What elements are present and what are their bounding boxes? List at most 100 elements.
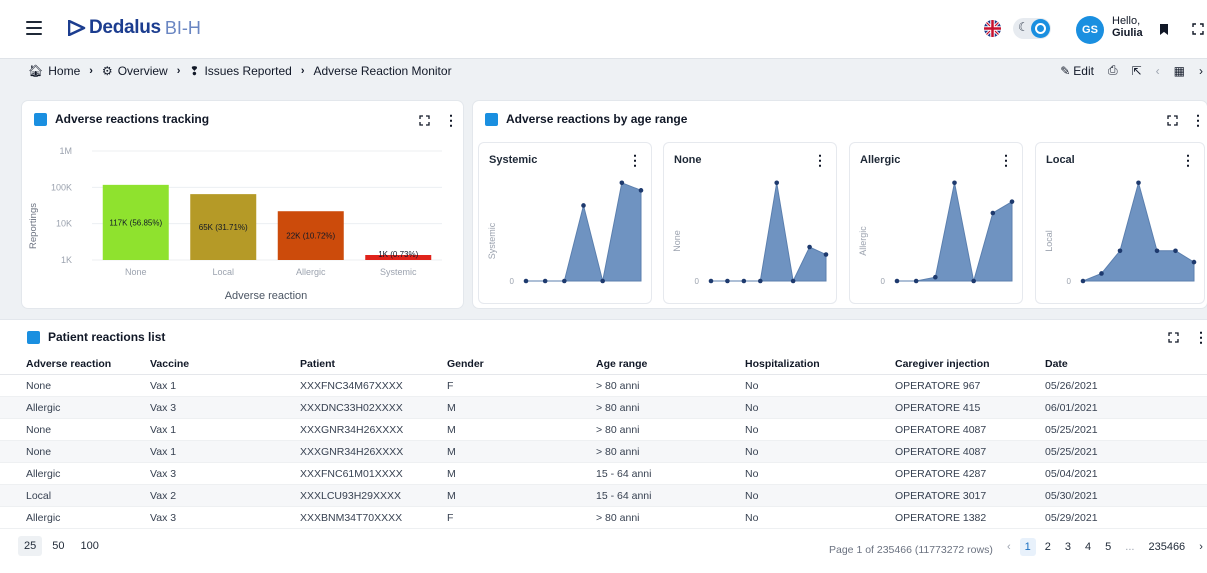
column-header-vaccine[interactable]: Vaccine xyxy=(150,353,300,375)
more-options-icon[interactable]: ⋮ xyxy=(813,153,827,167)
chevron-right-icon[interactable]: › xyxy=(1199,64,1203,78)
edit-button[interactable]: ✎ Edit xyxy=(1060,64,1094,78)
theme-toggle[interactable]: ☾ xyxy=(1013,18,1051,39)
table-cell: 05/26/2021 xyxy=(1045,374,1207,397)
logo: Dedalus BI-H xyxy=(68,17,201,39)
expand-icon[interactable] xyxy=(1168,332,1179,343)
fullscreen-icon[interactable] xyxy=(1192,23,1204,35)
page-size-option[interactable]: 50 xyxy=(46,536,70,556)
more-options-icon[interactable]: ⋮ xyxy=(628,153,642,167)
page-button[interactable]: 2 xyxy=(1040,538,1056,556)
table-row[interactable]: Allergic Vax 3 XXXBNM34T70XXXX F > 80 anni No… xyxy=(0,506,1207,529)
expand-icon[interactable] xyxy=(1167,115,1178,126)
logo-arrow-icon xyxy=(68,20,86,36)
data-point[interactable] xyxy=(523,278,529,284)
data-point[interactable] xyxy=(725,278,730,284)
column-header-caregiver[interactable]: Caregiver injection xyxy=(895,353,1045,375)
data-point[interactable] xyxy=(894,278,900,284)
data-point[interactable] xyxy=(638,188,644,193)
page-button[interactable]: 4 xyxy=(1080,538,1096,556)
page-button[interactable]: 235466 xyxy=(1143,538,1190,556)
column-header-patient[interactable]: Patient xyxy=(300,353,447,375)
data-point[interactable] xyxy=(933,274,938,280)
table-row[interactable]: Local Vax 2 XXXLCU93H29XXXX M 15 - 64 anni No… xyxy=(0,484,1207,507)
share-icon[interactable]: ⇱ xyxy=(1132,64,1142,78)
table-row[interactable]: None Vax 1 XXXGNR34H26XXXX M > 80 anni No OPER… xyxy=(0,418,1207,441)
data-point[interactable] xyxy=(1117,248,1123,254)
y-tick-label: 1K xyxy=(61,255,72,265)
page-size-option[interactable]: 25 xyxy=(18,536,43,556)
user-greeting: Hello, Giulia xyxy=(1112,15,1143,39)
y-axis-label: Reportings xyxy=(28,203,39,249)
table-row[interactable]: Allergic Vax 3 XXXFNC61M01XXXX M 15 - 64 ann… xyxy=(0,462,1207,485)
table-cell: > 80 anni xyxy=(596,374,745,397)
more-options-icon[interactable]: ⋮ xyxy=(1191,113,1205,127)
contact-icon xyxy=(27,330,40,344)
language-flag-icon[interactable] xyxy=(984,20,1001,37)
data-point[interactable] xyxy=(581,203,586,208)
page-size-option[interactable]: 100 xyxy=(75,536,105,556)
breadcrumb-issues[interactable]: Issues Reported xyxy=(204,64,291,78)
more-options-icon[interactable]: ⋮ xyxy=(1194,330,1207,344)
data-point[interactable] xyxy=(619,180,625,186)
x-tick-label: Local xyxy=(212,267,234,277)
grid-icon[interactable]: ▦ xyxy=(1174,64,1185,78)
expand-icon[interactable] xyxy=(419,115,430,126)
column-header-reaction[interactable]: Adverse reaction xyxy=(0,353,150,375)
column-header-hospitalization[interactable]: Hospitalization xyxy=(745,353,895,375)
table-row[interactable]: None Vax 1 XXXGNR34H26XXXX M > 80 anni No OPER… xyxy=(0,440,1207,463)
logo-suffix: BI-H xyxy=(164,17,201,38)
data-point[interactable] xyxy=(823,252,829,257)
chevron-left-icon[interactable]: ‹ xyxy=(1156,64,1160,78)
bar-value-label: 117K (56.85%) xyxy=(109,218,162,227)
table-cell: 05/04/2021 xyxy=(1045,462,1207,485)
page-button[interactable]: 1 xyxy=(1019,538,1036,556)
data-point[interactable] xyxy=(562,278,567,284)
chevron-left-icon[interactable]: ‹ xyxy=(1002,538,1016,556)
menu-icon[interactable] xyxy=(26,21,42,35)
data-point[interactable] xyxy=(1099,271,1104,276)
bookmark-icon[interactable] xyxy=(1160,24,1168,35)
table-cell: F xyxy=(447,506,596,529)
page-button[interactable]: 5 xyxy=(1100,538,1116,556)
data-point[interactable] xyxy=(807,244,812,250)
data-point[interactable] xyxy=(1191,259,1197,265)
data-point[interactable] xyxy=(971,278,976,284)
column-header-age[interactable]: Age range xyxy=(596,353,745,375)
data-point[interactable] xyxy=(1136,180,1141,186)
age-range-card: Adverse reactions by age range ⋮ Systemi… xyxy=(473,101,1207,308)
data-point[interactable] xyxy=(741,278,747,284)
data-point[interactable] xyxy=(542,278,548,284)
breadcrumb-overview[interactable]: Overview xyxy=(118,64,168,78)
data-point[interactable] xyxy=(952,180,957,186)
print-icon[interactable]: ⎙ xyxy=(1108,63,1118,78)
data-point[interactable] xyxy=(708,278,714,284)
subchart-title: Local xyxy=(1046,154,1075,166)
avatar[interactable]: GS xyxy=(1076,16,1104,44)
allergic-subchart: Allergic ⋮ Allergic 0 xyxy=(850,143,1022,303)
breadcrumb-home[interactable]: Home xyxy=(48,64,80,78)
data-point[interactable] xyxy=(774,180,780,186)
table-cell: M xyxy=(447,396,596,419)
data-point[interactable] xyxy=(990,210,996,216)
more-options-icon[interactable]: ⋮ xyxy=(1181,153,1195,167)
more-options-icon[interactable]: ⋮ xyxy=(444,113,458,127)
data-point[interactable] xyxy=(1173,248,1178,254)
allergic-area-chart: Allergic 0 xyxy=(858,180,1015,286)
data-point[interactable] xyxy=(1009,199,1015,204)
data-point[interactable] xyxy=(913,278,919,284)
table-row[interactable]: Allergic Vax 3 XXXDNC33H02XXXX M > 80 anni No… xyxy=(0,396,1207,419)
data-point[interactable] xyxy=(600,278,605,284)
data-point[interactable] xyxy=(1154,248,1160,254)
column-header-date[interactable]: Date xyxy=(1045,353,1207,375)
column-header-gender[interactable]: Gender xyxy=(447,353,596,375)
page-button[interactable]: 3 xyxy=(1060,538,1076,556)
table-cell: 05/25/2021 xyxy=(1045,440,1207,463)
chevron-right-icon[interactable]: › xyxy=(1194,538,1207,556)
data-point[interactable] xyxy=(757,278,763,284)
data-point[interactable] xyxy=(1080,278,1086,284)
page-actions: ✎ Edit ⎙ ⇱ ‹ ▦ › xyxy=(1060,63,1203,78)
more-options-icon[interactable]: ⋮ xyxy=(999,153,1013,167)
table-row[interactable]: None Vax 1 XXXFNC34M67XXXX F > 80 anni No OPER… xyxy=(0,374,1207,397)
data-point[interactable] xyxy=(790,278,796,284)
